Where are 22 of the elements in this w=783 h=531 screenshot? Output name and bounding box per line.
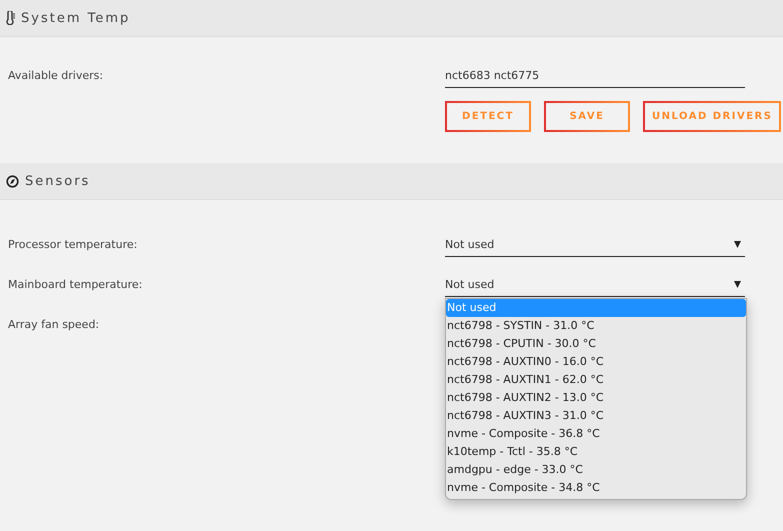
caret-icon [734, 240, 741, 248]
dropdown-option[interactable]: nct6798 - CPUTIN - 30.0 °C [446, 335, 746, 353]
field-label: Array fan speed: [8, 317, 100, 331]
field-label: Processor temperature: [8, 237, 138, 251]
thermometer-icon [6, 11, 15, 25]
drivers-field[interactable]: nct6683 nct6775 [445, 63, 745, 88]
dropdown-option[interactable]: nvme - Composite - 36.8 °C [446, 425, 746, 443]
dropdown-option[interactable]: nct6798 - SYSTIN - 31.0 °C [446, 317, 746, 335]
select-field[interactable]: Not used [445, 232, 745, 257]
dropdown-option[interactable]: nct6798 - AUXTIN0 - 16.0 °C [446, 353, 746, 371]
field-label: Available drivers: [8, 68, 104, 82]
dropdown-option[interactable]: nct6798 - AUXTIN1 - 62.0 °C [446, 371, 746, 389]
dropdown-option[interactable]: nvme - Composite - 34.8 °C [446, 479, 746, 497]
dropdown-option[interactable]: k10temp - Tctl - 35.8 °C [446, 443, 746, 461]
dropdown-option[interactable]: nct6798 - AUXTIN3 - 31.0 °C [446, 407, 746, 425]
section-title: Sensors [25, 174, 90, 188]
dropdown-option[interactable]: amdgpu - edge - 33.0 °C [446, 461, 746, 479]
caret-icon [734, 280, 741, 288]
field-label: Mainboard temperature: [8, 277, 144, 291]
section-title: System Temp [21, 10, 130, 26]
gauge-icon [6, 174, 19, 188]
dropdown-option[interactable]: nct6798 - AUXTIN2 - 13.0 °C [446, 389, 746, 407]
